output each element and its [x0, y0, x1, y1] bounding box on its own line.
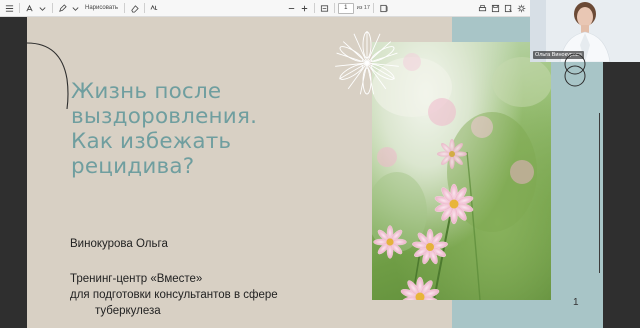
slide-title-line: выздоровления.	[71, 104, 258, 129]
text-tool-chevron-icon[interactable]	[36, 2, 49, 15]
slide-title-line: рецидива?	[71, 154, 195, 179]
pdf-toolbar: Нарисовать 1 из 17	[0, 0, 530, 17]
save-icon[interactable]	[489, 2, 502, 15]
slide-organization-line: Тренинг-центр «Вместе»	[70, 273, 203, 285]
toolbar-divider	[52, 3, 53, 13]
toolbar-divider	[333, 3, 335, 13]
slide-page-number: 1	[573, 297, 579, 308]
decorative-arc	[27, 42, 69, 109]
viewer-background-left	[0, 17, 27, 328]
draw-button[interactable]: Нарисовать	[82, 2, 121, 15]
toolbar-divider	[143, 3, 145, 13]
print-icon[interactable]	[476, 2, 489, 15]
read-aloud-icon[interactable]	[148, 2, 161, 15]
slide-organization-line: для подготовки консультантов в сфере	[70, 289, 278, 301]
toolbar-divider	[19, 3, 20, 13]
slide-title-line: Жизнь после	[71, 79, 222, 104]
toolbar-divider	[373, 3, 374, 13]
fit-page-icon[interactable]	[318, 2, 331, 15]
page-view-icon[interactable]	[377, 2, 390, 15]
slide-title: Жизнь после выздоровления. Как избежать …	[71, 79, 371, 179]
decorative-vertical-line	[599, 113, 600, 273]
slide-title-line: Как избежать	[71, 129, 232, 154]
zoom-in-icon[interactable]	[298, 2, 311, 15]
presentation-slide: Жизнь после выздоровления. Как избежать …	[27, 17, 603, 328]
draw-pen-chevron-icon[interactable]	[69, 2, 82, 15]
slide-organization-line: туберкулеза	[95, 305, 161, 317]
save-as-icon[interactable]	[502, 2, 515, 15]
viewer-background-right	[603, 17, 640, 328]
sidebar-toggle-icon[interactable]	[3, 2, 16, 15]
toolbar-divider	[313, 3, 315, 13]
toolbar-divider	[123, 3, 125, 13]
page-number-input[interactable]: 1	[337, 2, 354, 14]
page-total-label: из 17	[356, 5, 370, 11]
zoom-out-icon[interactable]	[285, 2, 298, 15]
eraser-icon[interactable]	[128, 2, 141, 15]
draw-pen-icon[interactable]	[56, 2, 69, 15]
settings-gear-icon[interactable]	[515, 2, 528, 15]
text-tool-icon[interactable]	[23, 2, 36, 15]
decorative-circles	[564, 53, 586, 87]
slide-author: Винокурова Ольга	[70, 238, 168, 250]
